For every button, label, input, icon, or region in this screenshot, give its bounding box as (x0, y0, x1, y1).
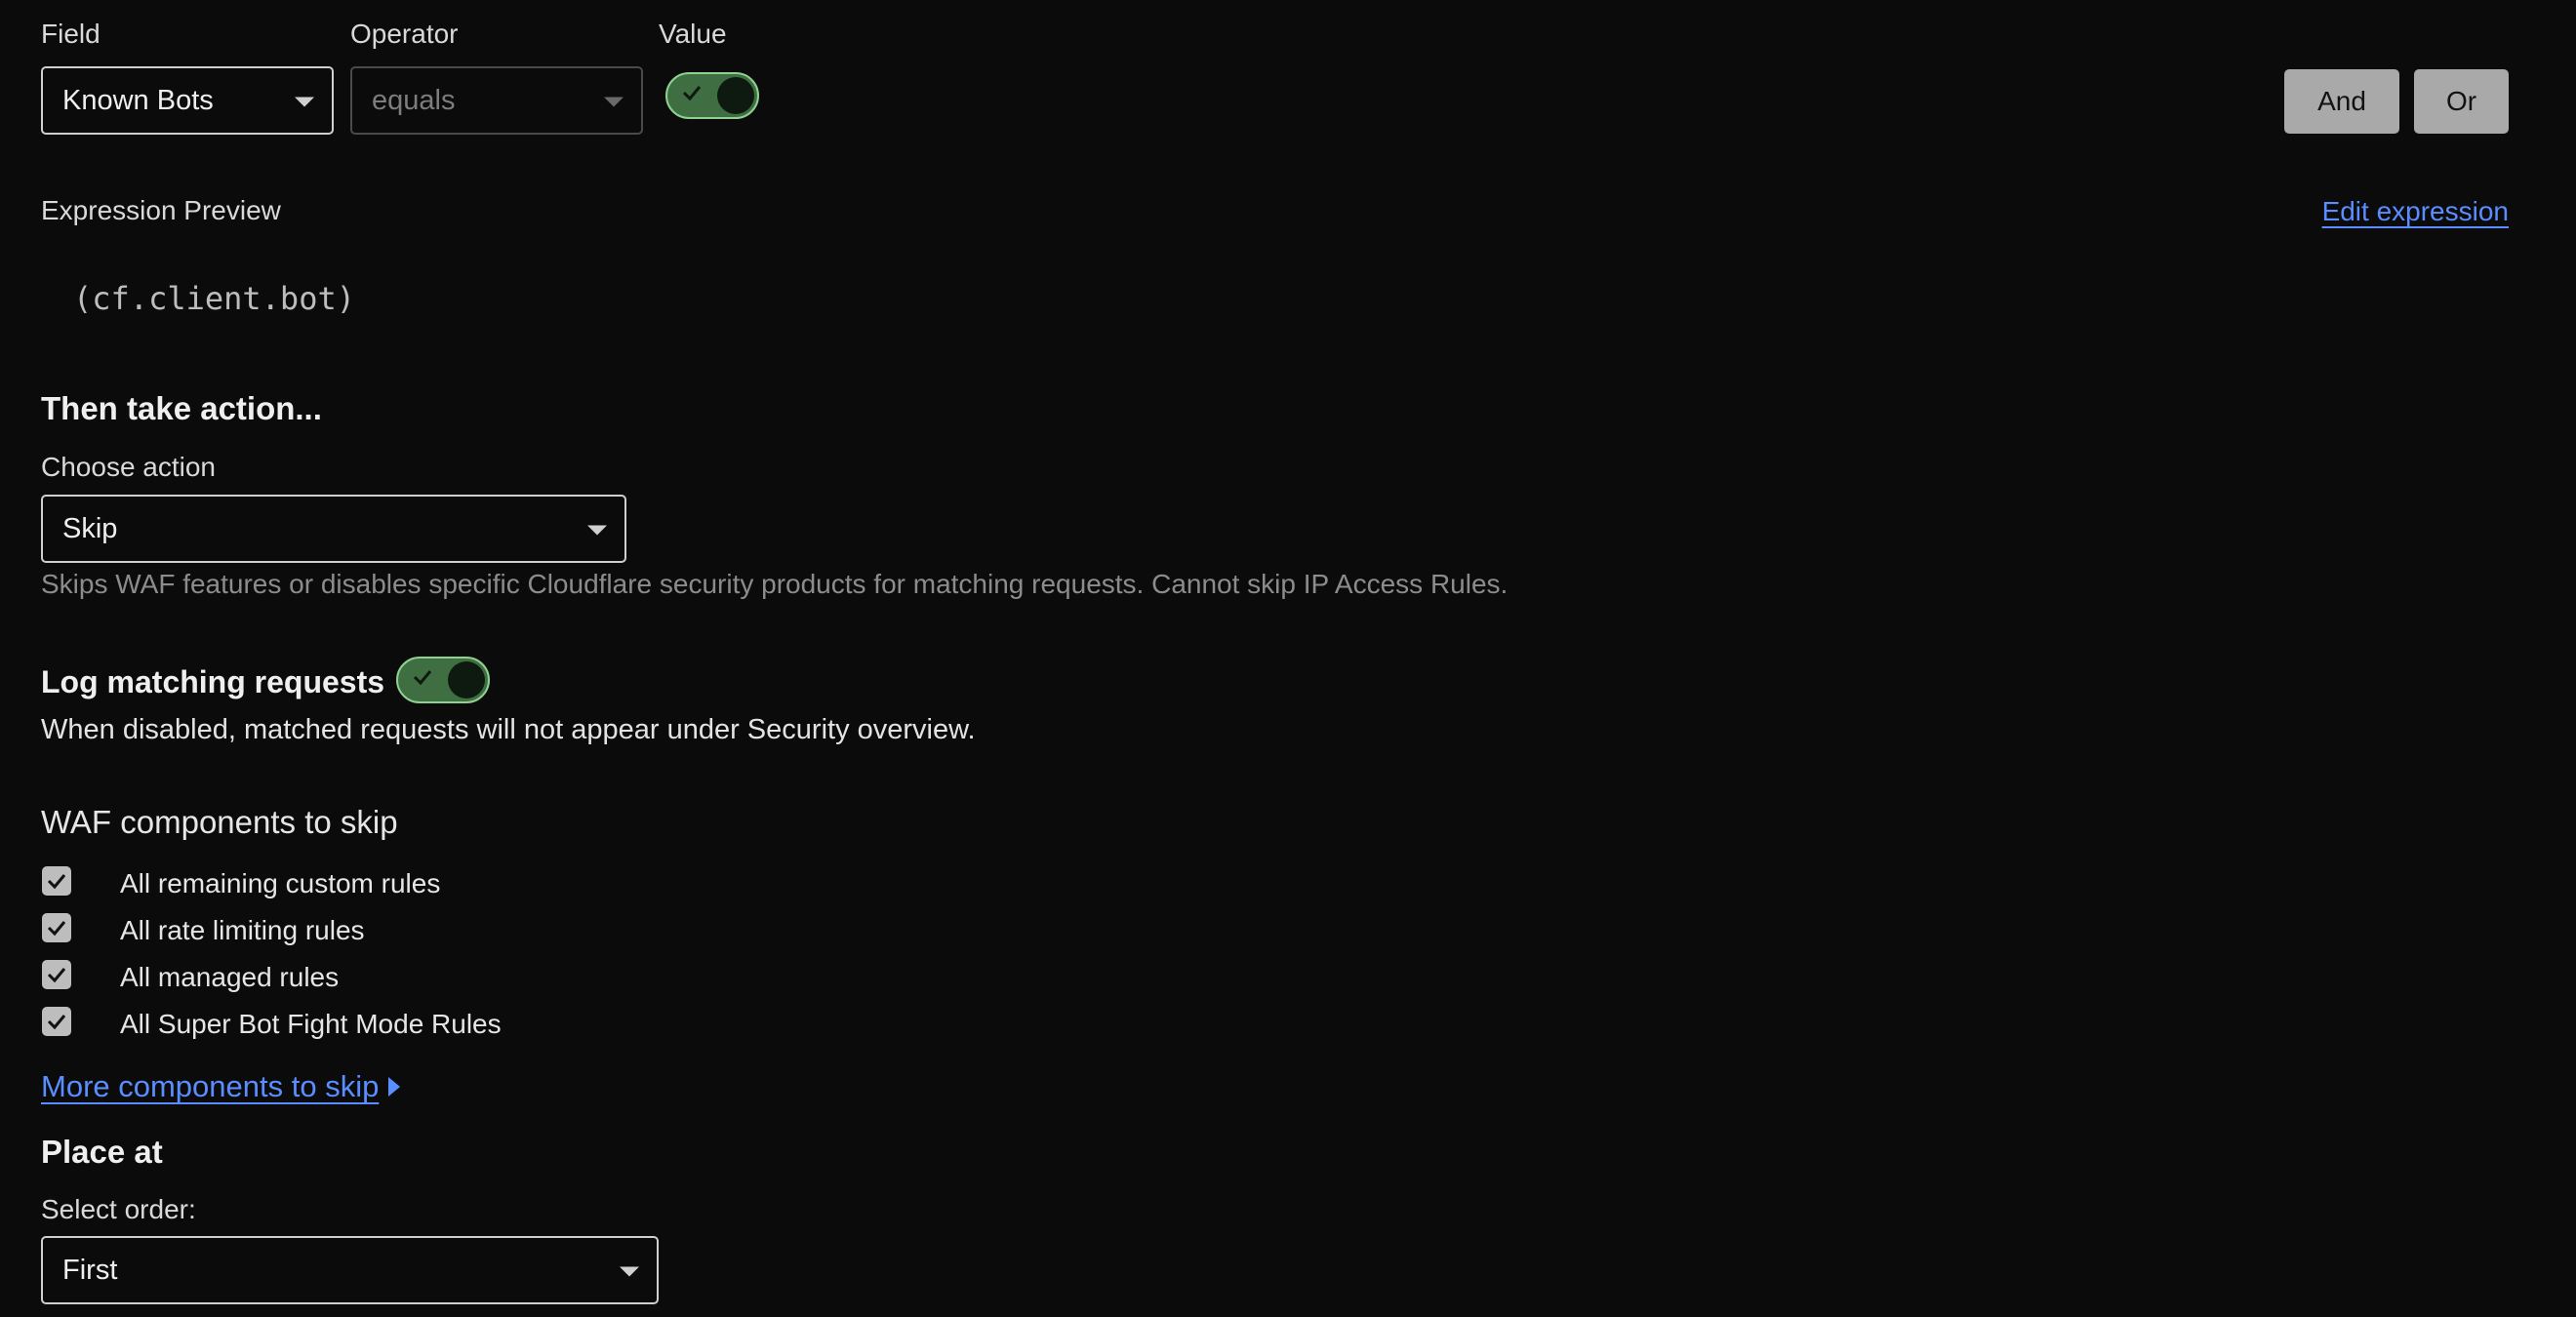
action-select-value: Skip (62, 512, 118, 544)
field-select[interactable]: Known Bots (41, 66, 334, 135)
expression-preview-code: (cf.client.bot) (73, 280, 355, 317)
action-description: Skips WAF features or disables specific … (41, 569, 1509, 599)
choose-action-label: Choose action (41, 452, 217, 482)
operator-label: Operator (350, 19, 459, 49)
operator-select[interactable]: equals (350, 66, 643, 135)
skip-component-checkbox[interactable] (42, 1007, 71, 1036)
operator-select-value: equals (372, 84, 456, 116)
value-toggle[interactable] (665, 72, 759, 119)
check-icon (47, 874, 66, 890)
value-label: Value (659, 19, 727, 49)
skip-heading: WAF components to skip (41, 804, 398, 840)
skip-component-checkbox[interactable] (42, 866, 71, 896)
order-select[interactable]: First (41, 1236, 659, 1304)
check-icon (47, 1015, 66, 1030)
log-requests-label: Log matching requests (41, 664, 385, 699)
skip-component-label: All rate limiting rules (120, 915, 365, 945)
check-icon (682, 86, 702, 101)
check-icon (413, 670, 432, 686)
skip-component-checkbox[interactable] (42, 913, 71, 942)
chevron-down-icon (604, 97, 624, 107)
log-requests-description: When disabled, matched requests will not… (41, 714, 976, 745)
caret-right-icon (388, 1077, 401, 1097)
chevron-down-icon (620, 1266, 639, 1277)
more-components-link[interactable]: More components to skip (41, 1069, 379, 1104)
chevron-down-icon (587, 525, 607, 536)
chevron-down-icon (295, 97, 314, 107)
or-button[interactable]: Or (2414, 69, 2509, 134)
expression-preview-label: Expression Preview (41, 195, 281, 225)
check-icon (47, 921, 66, 937)
field-select-value: Known Bots (62, 84, 214, 116)
check-icon (47, 968, 66, 983)
skip-component-label: All remaining custom rules (120, 868, 441, 898)
place-at-heading: Place at (41, 1134, 163, 1170)
toggle-knob (717, 77, 754, 114)
and-button[interactable]: And (2284, 69, 2399, 134)
edit-expression-link[interactable]: Edit expression (2322, 196, 2509, 227)
log-requests-toggle[interactable] (396, 657, 490, 703)
field-label: Field (41, 19, 101, 49)
toggle-knob (448, 661, 485, 698)
action-heading: Then take action... (41, 390, 322, 426)
more-components-toggle[interactable]: More components to skip (41, 1069, 402, 1104)
skip-component-label: All Super Bot Fight Mode Rules (120, 1009, 502, 1039)
select-order-label: Select order: (41, 1194, 196, 1224)
skip-component-label: All managed rules (120, 962, 340, 992)
action-select[interactable]: Skip (41, 495, 626, 563)
order-select-value: First (62, 1254, 118, 1286)
skip-component-checkbox[interactable] (42, 960, 71, 989)
